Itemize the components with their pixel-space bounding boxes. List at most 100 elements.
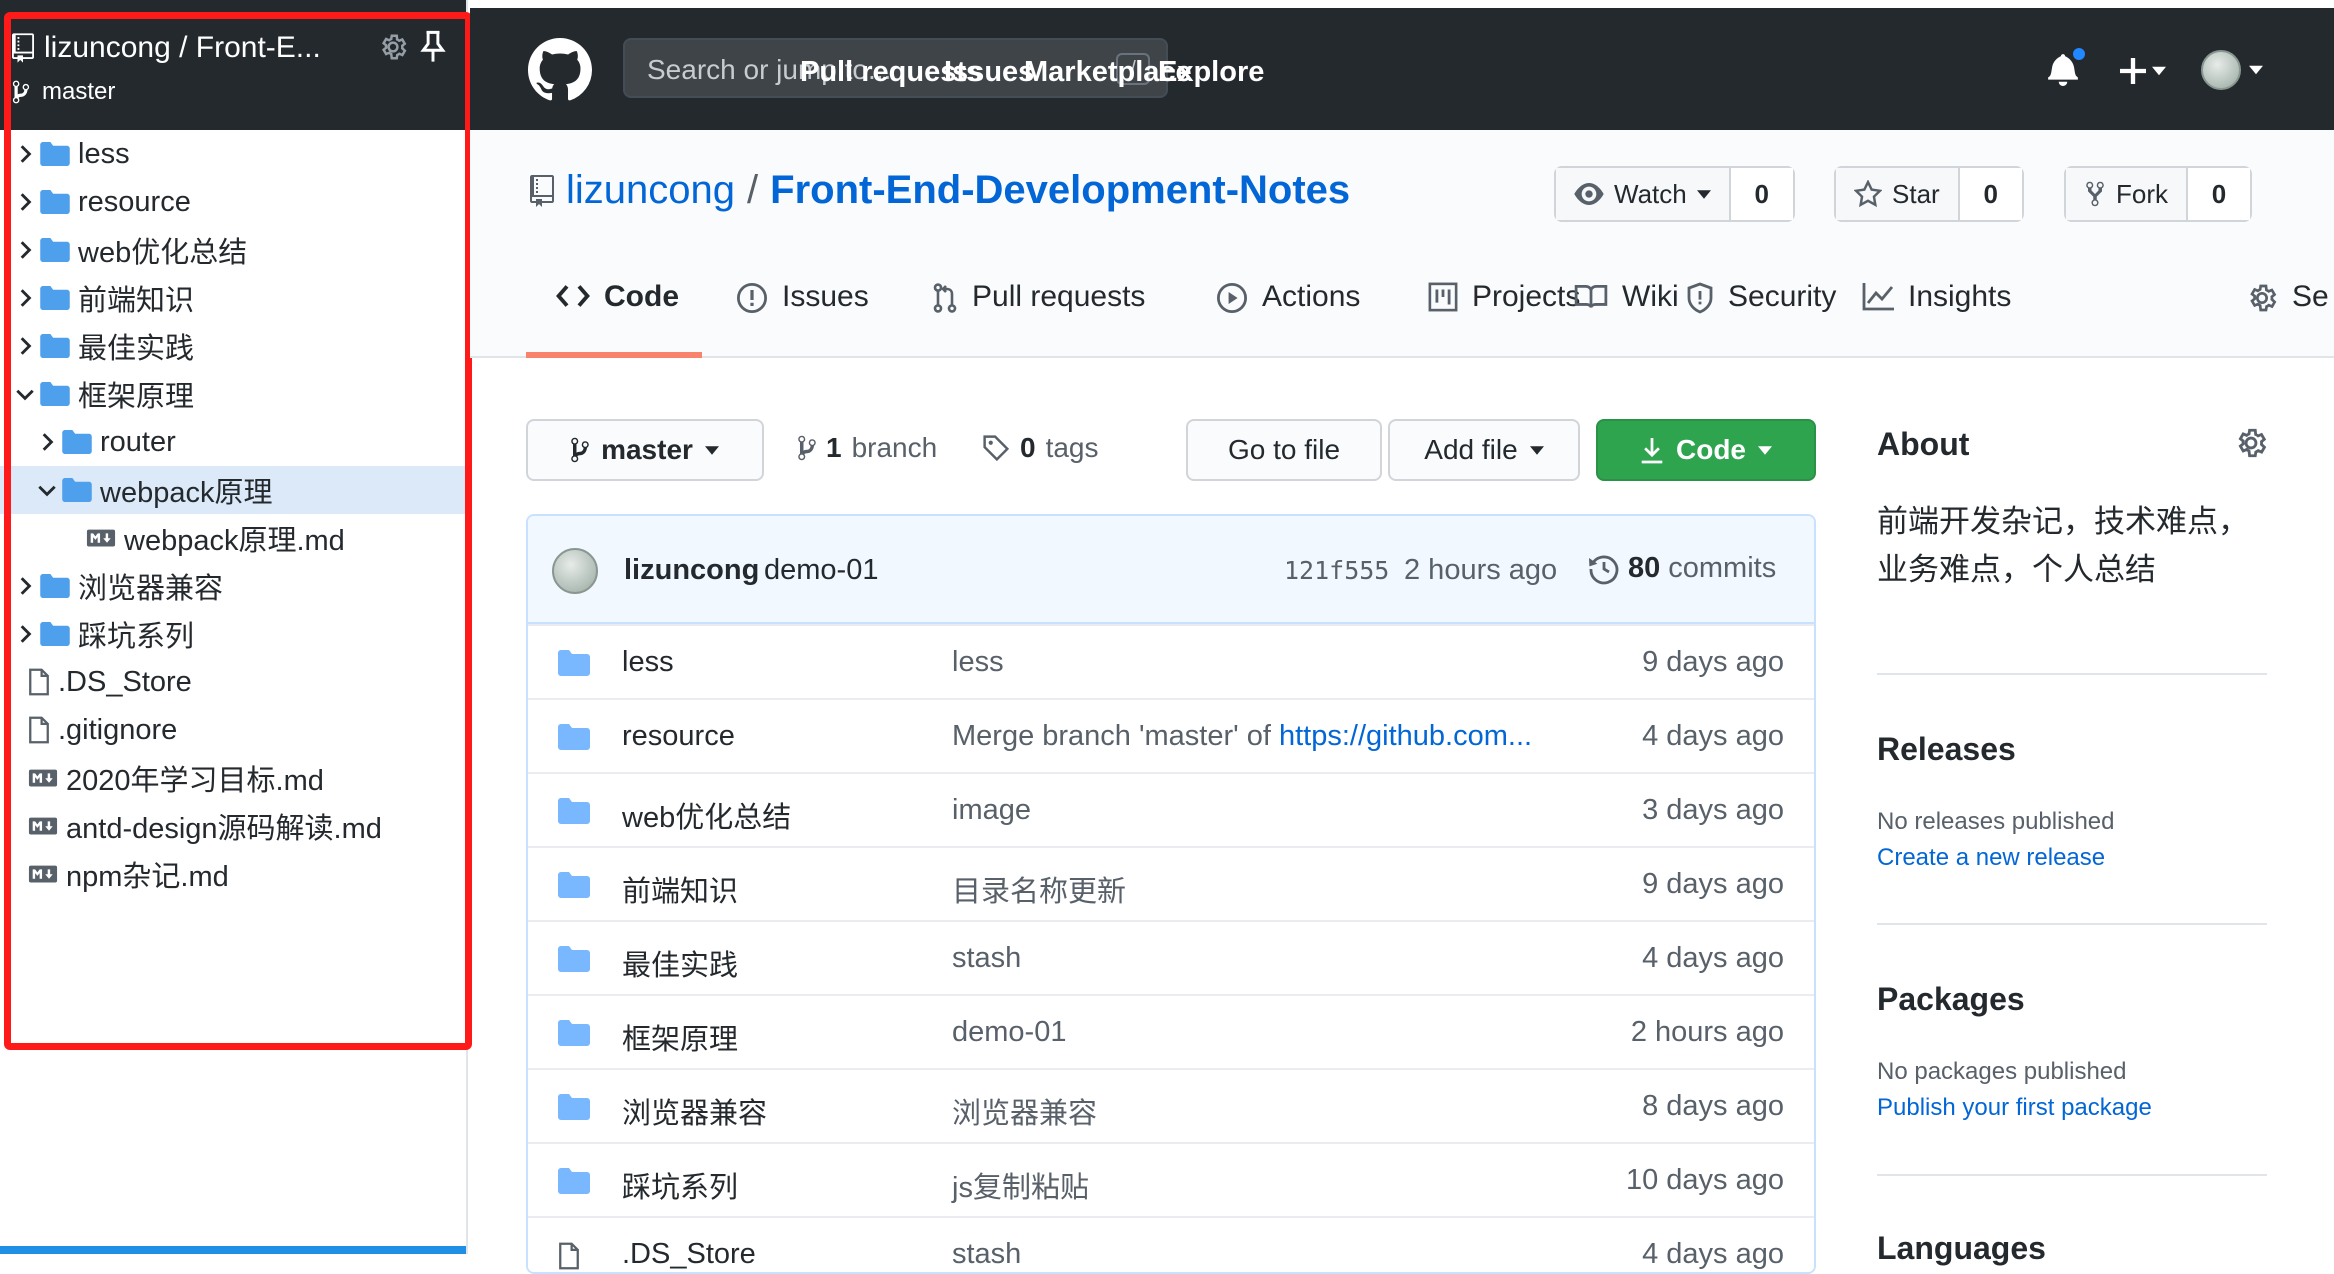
file-commit-message[interactable]: Merge branch 'master' of https://github.… — [952, 720, 1532, 753]
nav-explore[interactable]: Explore — [1158, 56, 1264, 89]
repo-name-link[interactable]: Front-End-Development-Notes — [770, 168, 1350, 213]
chevron-down-icon[interactable] — [36, 479, 58, 501]
tree-item[interactable]: 框架原理 — [0, 370, 466, 418]
file-commit-message[interactable]: demo-01 — [952, 1016, 1066, 1049]
tab-settings[interactable]: Se — [2246, 280, 2329, 358]
tab-issues[interactable]: Issues — [736, 280, 869, 358]
tree-item[interactable]: webpack原理 — [0, 466, 466, 514]
chevron-right-icon[interactable] — [14, 575, 36, 597]
file-name-link[interactable]: resource — [622, 720, 735, 753]
chevron-right-icon[interactable] — [36, 431, 58, 453]
tree-item[interactable]: web优化总结 — [0, 226, 466, 274]
commit-author[interactable]: lizuncong — [624, 554, 759, 587]
repo-owner-link[interactable]: lizuncong — [566, 168, 735, 213]
chevron-down-icon[interactable] — [14, 383, 36, 405]
fork-count[interactable]: 0 — [2186, 168, 2250, 220]
commit-message-link[interactable]: https://github.com... — [1279, 720, 1532, 752]
gear-icon — [2246, 282, 2278, 314]
tab-insights[interactable]: Insights — [1862, 280, 2011, 358]
tab-security[interactable]: Security — [1686, 280, 1836, 358]
tab-code[interactable]: Code — [556, 280, 679, 358]
table-row[interactable]: 框架原理 demo-01 2 hours ago — [528, 994, 1814, 1068]
tree-item[interactable]: npm杂记.md — [0, 850, 466, 898]
file-name-link[interactable]: 前端知识 — [622, 868, 738, 910]
chevron-right-icon[interactable] — [14, 143, 36, 165]
gear-icon[interactable] — [2234, 426, 2268, 460]
file-commit-message[interactable]: stash — [952, 942, 1021, 975]
tree-item[interactable]: .DS_Store — [0, 658, 466, 706]
tree-item[interactable]: antd-design源码解读.md — [0, 802, 466, 850]
github-logo-icon[interactable] — [528, 38, 592, 102]
sidebar-resize-bar[interactable] — [0, 1246, 466, 1254]
table-row[interactable]: 踩坑系列 js复制粘贴 10 days ago — [528, 1142, 1814, 1216]
tree-item[interactable]: 踩坑系列 — [0, 610, 466, 658]
tags-link[interactable]: 0 tags — [982, 432, 1099, 464]
watch-button[interactable]: Watch — [1556, 168, 1729, 220]
file-commit-message[interactable]: image — [952, 794, 1031, 827]
file-name-link[interactable]: less — [622, 646, 674, 679]
packages-heading[interactable]: Packages — [1877, 981, 2025, 1018]
nav-issues[interactable]: Issues — [944, 56, 1034, 89]
tree-item[interactable]: resource — [0, 178, 466, 226]
file-name-link[interactable]: .DS_Store — [622, 1238, 756, 1271]
commit-sha[interactable]: 121f555 — [1284, 556, 1389, 585]
chevron-right-icon[interactable] — [14, 287, 36, 309]
star-count[interactable]: 0 — [1957, 168, 2022, 220]
file-commit-message[interactable]: less — [952, 646, 1004, 679]
file-name-link[interactable]: 最佳实践 — [622, 942, 738, 984]
tree-item[interactable]: 前端知识 — [0, 274, 466, 322]
create-new-menu[interactable] — [2120, 58, 2166, 84]
commit-message[interactable]: demo-01 — [764, 554, 878, 587]
avatar[interactable] — [552, 548, 598, 594]
user-menu[interactable] — [2201, 50, 2263, 90]
file-commit-message[interactable]: js复制粘贴 — [952, 1164, 1089, 1206]
chevron-right-icon[interactable] — [14, 335, 36, 357]
go-to-file-button[interactable]: Go to file — [1186, 419, 1382, 481]
tab-wiki[interactable]: Wiki — [1574, 280, 1679, 358]
table-row[interactable]: resource Merge branch 'master' of https:/… — [528, 698, 1814, 772]
tree-item-label: 浏览器兼容 — [78, 573, 224, 605]
file-commit-message[interactable]: 目录名称更新 — [952, 868, 1126, 910]
pin-icon[interactable] — [420, 30, 446, 64]
add-file-button[interactable]: Add file — [1388, 419, 1580, 481]
create-release-link[interactable]: Create a new release — [1877, 844, 2105, 872]
file-name-link[interactable]: 浏览器兼容 — [622, 1090, 767, 1132]
chevron-right-icon[interactable] — [14, 191, 36, 213]
tree-item[interactable]: 浏览器兼容 — [0, 562, 466, 610]
tree-item[interactable]: router — [0, 418, 466, 466]
fork-button[interactable]: Fork — [2066, 168, 2186, 220]
publish-package-link[interactable]: Publish your first package — [1877, 1094, 2152, 1122]
branch-select-button[interactable]: master — [526, 419, 764, 481]
tree-item[interactable]: 2020年学习目标.md — [0, 754, 466, 802]
tab-pull-requests[interactable]: Pull requests — [932, 280, 1145, 358]
file-commit-message[interactable]: 浏览器兼容 — [952, 1090, 1097, 1132]
tab-actions[interactable]: Actions — [1216, 280, 1360, 358]
sidebar-branch-row[interactable]: master — [12, 76, 115, 108]
table-row[interactable]: .DS_Store stash 4 days ago — [528, 1216, 1814, 1272]
table-row[interactable]: 前端知识 目录名称更新 9 days ago — [528, 846, 1814, 920]
tree-item[interactable]: 最佳实践 — [0, 322, 466, 370]
code-download-button[interactable]: Code — [1596, 419, 1816, 481]
releases-heading[interactable]: Releases — [1877, 731, 2016, 768]
table-row[interactable]: 浏览器兼容 浏览器兼容 8 days ago — [528, 1068, 1814, 1142]
chevron-right-icon[interactable] — [14, 623, 36, 645]
table-row[interactable]: web优化总结 image 3 days ago — [528, 772, 1814, 846]
branches-link[interactable]: 1 branch — [798, 432, 937, 464]
sidebar-repo-title-row[interactable]: lizuncong / Front-E... — [12, 28, 321, 68]
file-name-link[interactable]: 踩坑系列 — [622, 1164, 738, 1206]
tab-projects[interactable]: Projects — [1428, 280, 1580, 358]
file-commit-message[interactable]: stash — [952, 1238, 1021, 1271]
tree-item[interactable]: .gitignore — [0, 706, 466, 754]
watch-count[interactable]: 0 — [1728, 168, 1793, 220]
file-name-link[interactable]: web优化总结 — [622, 794, 791, 836]
file-commit-message-text: Merge branch 'master' of — [952, 720, 1279, 752]
table-row[interactable]: 最佳实践 stash 4 days ago — [528, 920, 1814, 994]
table-row[interactable]: less less 9 days ago — [528, 624, 1814, 698]
tree-item[interactable]: less — [0, 130, 466, 178]
file-name-link[interactable]: 框架原理 — [622, 1016, 738, 1058]
chevron-right-icon[interactable] — [14, 239, 36, 261]
gear-icon[interactable] — [378, 32, 408, 62]
star-button[interactable]: Star — [1836, 168, 1958, 220]
commits-link[interactable]: 80 commits — [1588, 552, 1776, 585]
tree-item[interactable]: webpack原理.md — [0, 514, 466, 562]
